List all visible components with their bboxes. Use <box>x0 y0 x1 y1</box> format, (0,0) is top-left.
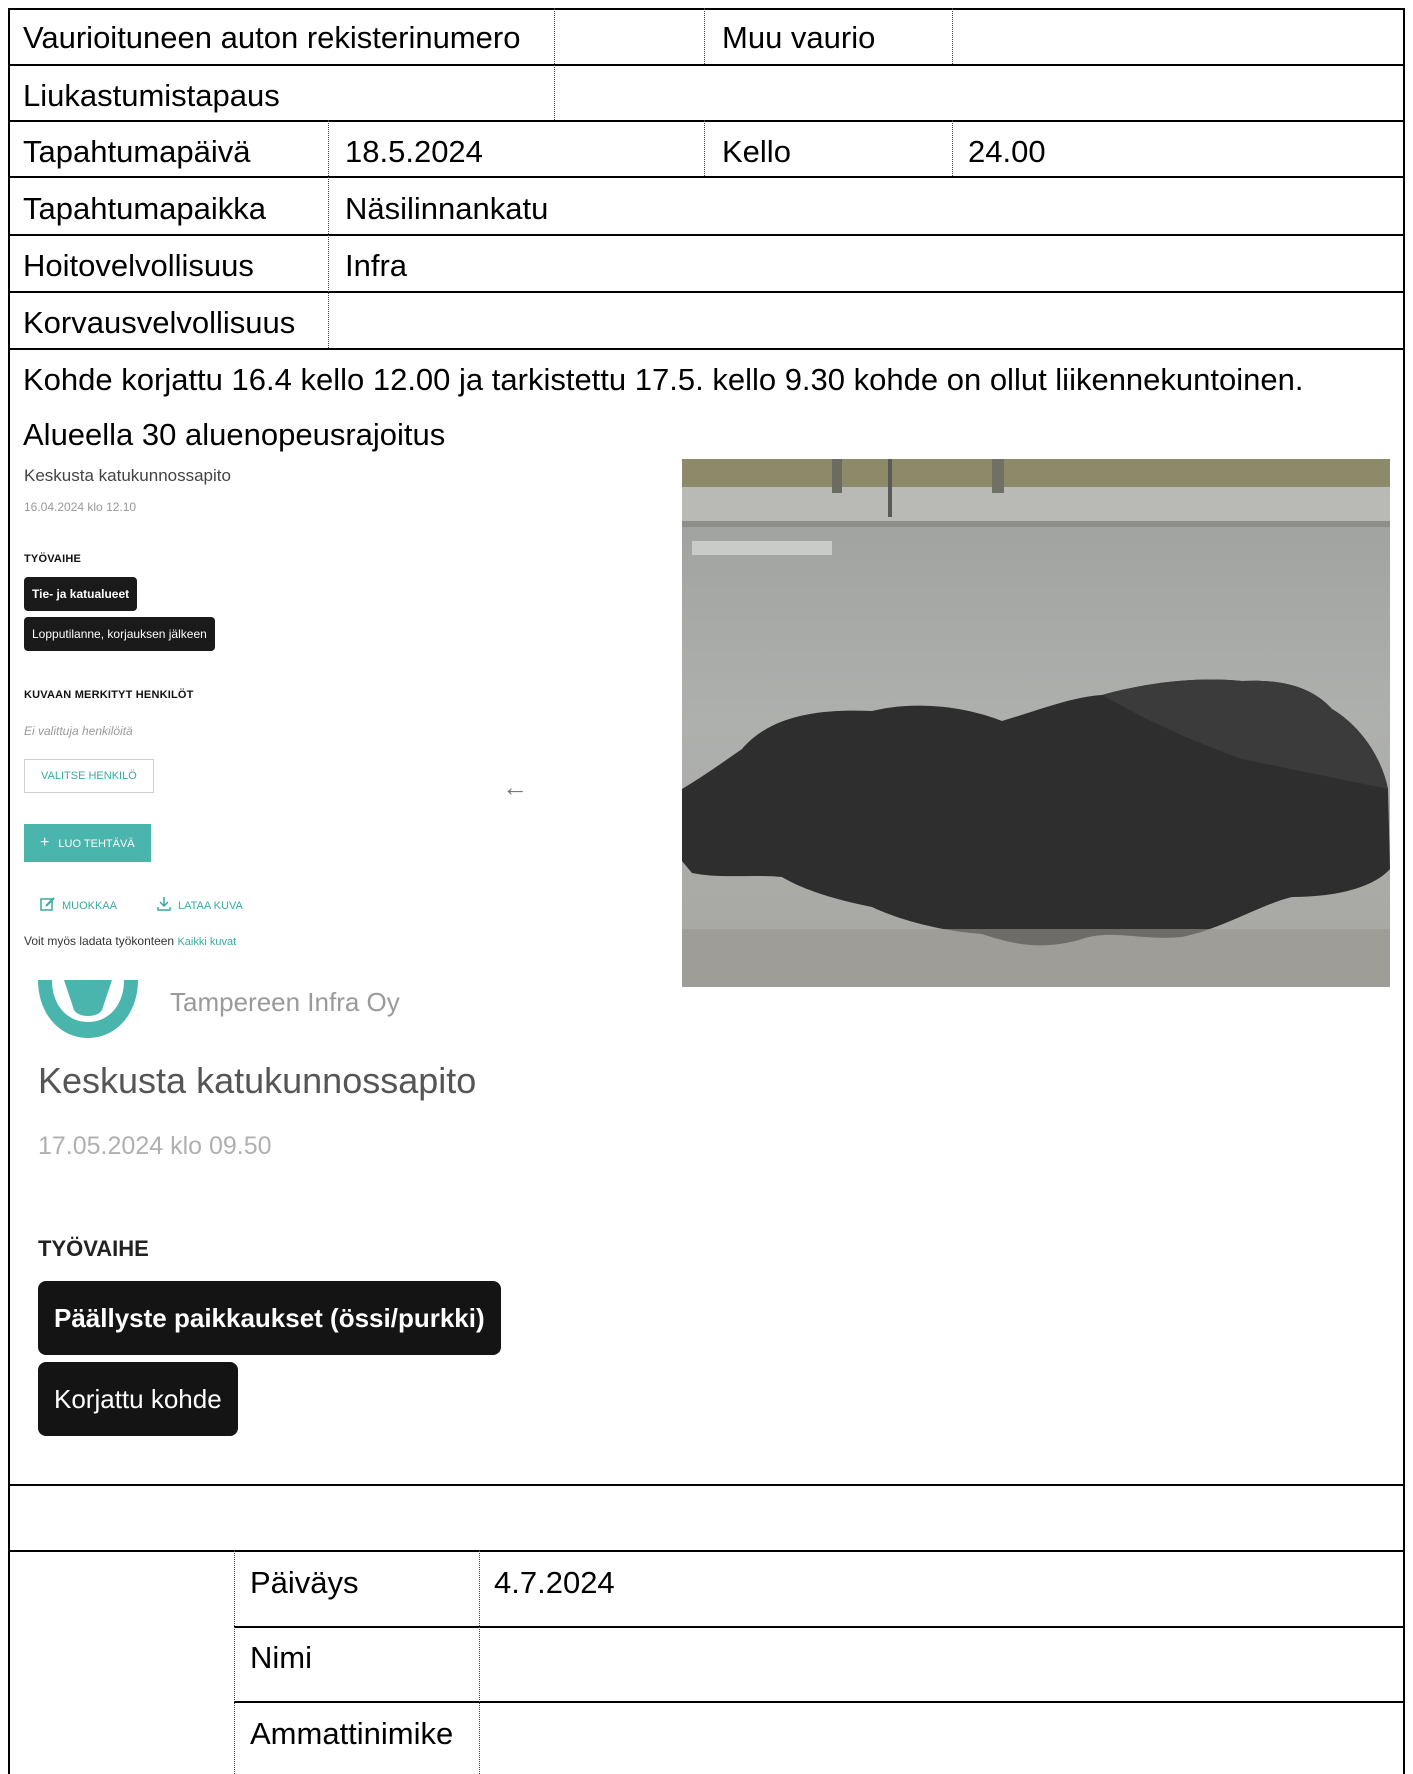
time-label: Kello <box>722 134 791 169</box>
all-images-link[interactable]: Kaikki kuvat <box>177 936 236 948</box>
name-label: Nimi <box>250 1640 312 1675</box>
company-name: Tampereen Infra Oy <box>170 987 400 1017</box>
date-value[interactable]: 4.7.2024 <box>494 1565 615 1601</box>
create-task-label: LUO TEHTÄVÄ <box>58 838 135 850</box>
row-separator <box>8 234 1405 236</box>
small-shot-phase-heading: TYÖVAIHE <box>24 553 82 565</box>
event-place-label: Tapahtumapaikka <box>23 191 266 226</box>
column-divider <box>234 1550 235 1774</box>
large-shot-date: 17.05.2024 klo 09.50 <box>38 1132 272 1160</box>
download-icon <box>157 897 171 911</box>
edit-link[interactable]: MUOKKAA <box>40 896 117 912</box>
hint-text: Voit myös ladata työkonteen <box>24 934 175 948</box>
small-shot-phase-chip[interactable]: Tie- ja katualueet <box>24 577 138 611</box>
column-divider <box>952 8 953 64</box>
edit-label: MUOKKAA <box>62 900 118 912</box>
row-separator <box>8 291 1405 293</box>
description-line-2: Alueella 30 aluenopeusrajoitus <box>23 417 446 452</box>
row-separator <box>8 1550 1405 1552</box>
column-divider <box>328 120 329 348</box>
large-shot-phase-chip[interactable]: Päällyste paikkaukset (össi/purkki) <box>38 1281 501 1355</box>
row-separator <box>8 348 1405 350</box>
row-separator <box>234 1701 1405 1703</box>
job-title-label: Ammattinimike <box>250 1716 454 1751</box>
damage-report-page: Vaurioituneen auton rekisterinumero Muu … <box>0 0 1413 1774</box>
small-shot-date: 16.04.2024 klo 12.10 <box>24 500 137 514</box>
create-task-button[interactable]: + LUO TEHTÄVÄ <box>24 824 151 862</box>
table-top-border <box>8 8 1405 10</box>
event-date-label: Tapahtumapäivä <box>23 134 251 169</box>
row-separator <box>8 1484 1405 1486</box>
road-repair-photo-drawing <box>682 459 1390 987</box>
other-damage-label: Muu vaurio <box>722 20 876 55</box>
table-left-border <box>8 8 10 1774</box>
row-separator <box>234 1626 1405 1628</box>
download-link[interactable]: LATAA KUVA <box>156 896 243 912</box>
small-shot-persons-heading: KUVAAN MERKITYT HENKILÖT <box>24 689 194 701</box>
date-label: Päiväys <box>250 1565 359 1600</box>
arrow-left-icon[interactable]: ← <box>502 772 528 803</box>
event-date-value[interactable]: 18.5.2024 <box>345 134 483 170</box>
road-repair-photo <box>682 459 1390 987</box>
liability-label: Korvausvelvollisuus <box>23 305 296 340</box>
plus-icon: + <box>40 834 50 851</box>
column-divider <box>479 1550 480 1774</box>
maintenance-duty-value[interactable]: Infra <box>345 248 407 284</box>
description-line-1: Kohde korjattu 16.4 kello 12.00 ja tarki… <box>23 362 1304 397</box>
column-divider <box>704 8 705 64</box>
column-divider <box>704 120 705 176</box>
maintenance-duty-label: Hoitovelvollisuus <box>23 248 254 283</box>
edit-icon <box>40 897 55 911</box>
hint-text-row: Voit myös ladata työkonteen Kaikki kuvat <box>24 934 236 948</box>
large-shot-title: Keskusta katukunnossapito <box>38 1060 477 1101</box>
license-plate-label: Vaurioituneen auton rekisterinumero <box>23 20 521 55</box>
small-shot-phase-chip[interactable]: Lopputilanne, korjauksen jälkeen <box>24 617 215 651</box>
small-shot-title: Keskusta katukunnossapito <box>24 466 231 485</box>
table-right-border <box>1403 8 1405 1774</box>
large-shot-phase-heading: TYÖVAIHE <box>38 1236 149 1261</box>
small-shot-no-persons: Ei valittuja henkilöitä <box>24 724 133 738</box>
large-shot-phase-chip[interactable]: Korjattu kohde <box>38 1362 238 1436</box>
time-value[interactable]: 24.00 <box>968 134 1046 170</box>
column-divider <box>554 8 555 120</box>
column-divider <box>952 120 953 176</box>
row-separator <box>8 176 1405 178</box>
company-logo-icon <box>38 980 138 1038</box>
event-place-value[interactable]: Näsilinnankatu <box>345 191 548 227</box>
row-separator <box>8 120 1405 122</box>
download-label: LATAA KUVA <box>178 900 243 912</box>
select-person-button[interactable]: VALITSE HENKILÖ <box>24 759 154 793</box>
slip-case-label: Liukastumistapaus <box>23 78 280 113</box>
row-separator <box>8 64 1405 66</box>
